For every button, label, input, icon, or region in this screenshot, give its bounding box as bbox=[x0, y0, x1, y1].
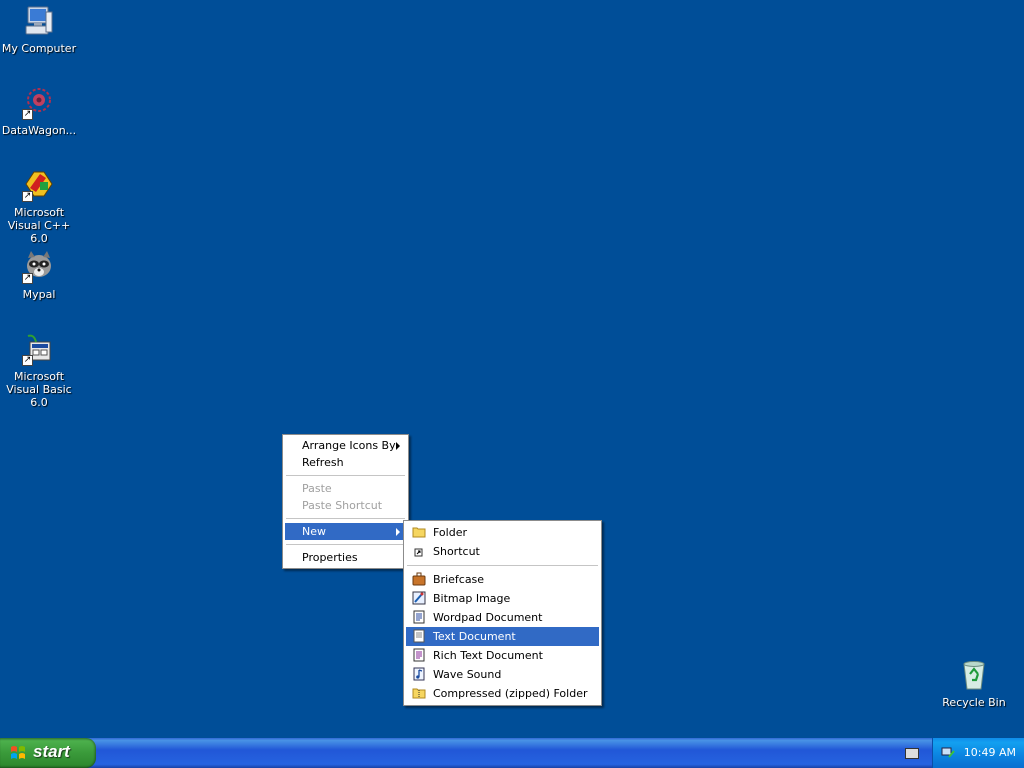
desktop-icon-label: My Computer bbox=[1, 42, 77, 55]
new-submenu: Folder Shortcut Briefcase Bitmap Image W… bbox=[403, 520, 602, 706]
keyboard-icon[interactable] bbox=[905, 748, 919, 759]
menu-item-label: New bbox=[302, 525, 326, 538]
folder-icon bbox=[412, 525, 426, 539]
submenu-item-wordpad-document[interactable]: Wordpad Document bbox=[406, 608, 599, 627]
desktop-icon-datawagon[interactable]: ↗ DataWagon... bbox=[0, 86, 78, 137]
shortcut-arrow-icon: ↗ bbox=[22, 273, 33, 284]
visual-basic-icon: ↗ bbox=[22, 332, 56, 366]
desktop-icon-label: Microsoft Visual C++ 6.0 bbox=[7, 206, 71, 245]
menu-item-arrange-icons-by[interactable]: Arrange Icons By bbox=[285, 437, 406, 454]
wave-sound-icon bbox=[412, 667, 426, 681]
submenu-item-shortcut[interactable]: Shortcut bbox=[406, 542, 599, 561]
menu-item-label: Properties bbox=[302, 551, 358, 564]
menu-item-refresh[interactable]: Refresh bbox=[285, 454, 406, 471]
submenu-item-label: Briefcase bbox=[433, 573, 485, 586]
desktop-context-menu: Arrange Icons By Refresh Paste Paste Sho… bbox=[282, 434, 409, 569]
submenu-item-label: Folder bbox=[433, 526, 467, 539]
menu-item-paste: Paste bbox=[285, 480, 406, 497]
menu-separator bbox=[407, 565, 598, 566]
submenu-item-zip-folder[interactable]: Compressed (zipped) Folder bbox=[406, 684, 599, 703]
submenu-item-label: Shortcut bbox=[433, 545, 480, 558]
submenu-item-rich-text-document[interactable]: Rich Text Document bbox=[406, 646, 599, 665]
menu-item-new[interactable]: New bbox=[285, 523, 406, 540]
submenu-item-briefcase[interactable]: Briefcase bbox=[406, 570, 599, 589]
wordpad-icon bbox=[412, 610, 426, 624]
menu-item-paste-shortcut: Paste Shortcut bbox=[285, 497, 406, 514]
menu-item-label: Refresh bbox=[302, 456, 344, 469]
submenu-item-label: Compressed (zipped) Folder bbox=[433, 687, 588, 700]
shortcut-icon bbox=[412, 544, 426, 558]
menu-item-properties[interactable]: Properties bbox=[285, 549, 406, 566]
taskbar: start 10:49 AM bbox=[0, 738, 1024, 768]
submenu-item-label: Text Document bbox=[433, 630, 516, 643]
desktop-icon-recycle-bin[interactable]: Recycle Bin bbox=[935, 658, 1013, 709]
desktop-icon-label: DataWagon... bbox=[1, 124, 77, 137]
desktop-icon-mypal[interactable]: ↗ Mypal bbox=[0, 250, 78, 301]
menu-separator bbox=[286, 475, 405, 476]
recycle-bin-icon bbox=[957, 658, 991, 692]
zip-folder-icon bbox=[412, 686, 426, 700]
visual-cpp-icon: ↗ bbox=[22, 168, 56, 202]
submenu-item-bitmap-image[interactable]: Bitmap Image bbox=[406, 589, 599, 608]
rich-text-icon bbox=[412, 648, 426, 662]
submenu-item-folder[interactable]: Folder bbox=[406, 523, 599, 542]
submenu-item-label: Wordpad Document bbox=[433, 611, 543, 624]
desktop-icon-label: Microsoft Visual Basic 6.0 bbox=[6, 370, 72, 409]
desktop-icon-visual-cpp[interactable]: ↗ Microsoft Visual C++ 6.0 bbox=[0, 168, 78, 245]
shortcut-arrow-icon: ↗ bbox=[22, 355, 33, 366]
menu-item-label: Paste Shortcut bbox=[302, 499, 383, 512]
network-icon[interactable] bbox=[941, 745, 956, 760]
submenu-arrow-icon bbox=[396, 442, 400, 450]
computer-icon bbox=[22, 4, 56, 38]
desktop-icon-label: Recycle Bin bbox=[942, 696, 1006, 709]
shortcut-arrow-icon: ↗ bbox=[22, 109, 33, 120]
clock[interactable]: 10:49 AM bbox=[964, 746, 1016, 759]
desktop-icon-visual-basic[interactable]: ↗ Microsoft Visual Basic 6.0 bbox=[0, 332, 78, 409]
briefcase-icon bbox=[412, 572, 426, 586]
menu-separator bbox=[286, 518, 405, 519]
start-button[interactable]: start bbox=[0, 738, 96, 768]
windows-flag-icon bbox=[10, 745, 26, 761]
system-tray: 10:49 AM bbox=[932, 738, 1024, 768]
mypal-raccoon-icon: ↗ bbox=[22, 250, 56, 284]
bitmap-icon bbox=[412, 591, 426, 605]
submenu-arrow-icon bbox=[396, 528, 400, 536]
desktop-icon-label: Mypal bbox=[22, 288, 56, 301]
submenu-item-label: Rich Text Document bbox=[433, 649, 543, 662]
menu-item-label: Paste bbox=[302, 482, 332, 495]
shortcut-arrow-icon: ↗ bbox=[22, 191, 33, 202]
desktop-icon-my-computer[interactable]: My Computer bbox=[0, 4, 78, 55]
submenu-item-label: Wave Sound bbox=[433, 668, 502, 681]
menu-separator bbox=[286, 544, 405, 545]
text-document-icon bbox=[412, 629, 426, 643]
start-label: start bbox=[33, 742, 70, 761]
menu-item-label: Arrange Icons By bbox=[302, 439, 396, 452]
submenu-item-label: Bitmap Image bbox=[433, 592, 511, 605]
submenu-item-text-document[interactable]: Text Document bbox=[406, 627, 599, 646]
submenu-item-wave-sound[interactable]: Wave Sound bbox=[406, 665, 599, 684]
datawagon-icon: ↗ bbox=[22, 86, 56, 120]
